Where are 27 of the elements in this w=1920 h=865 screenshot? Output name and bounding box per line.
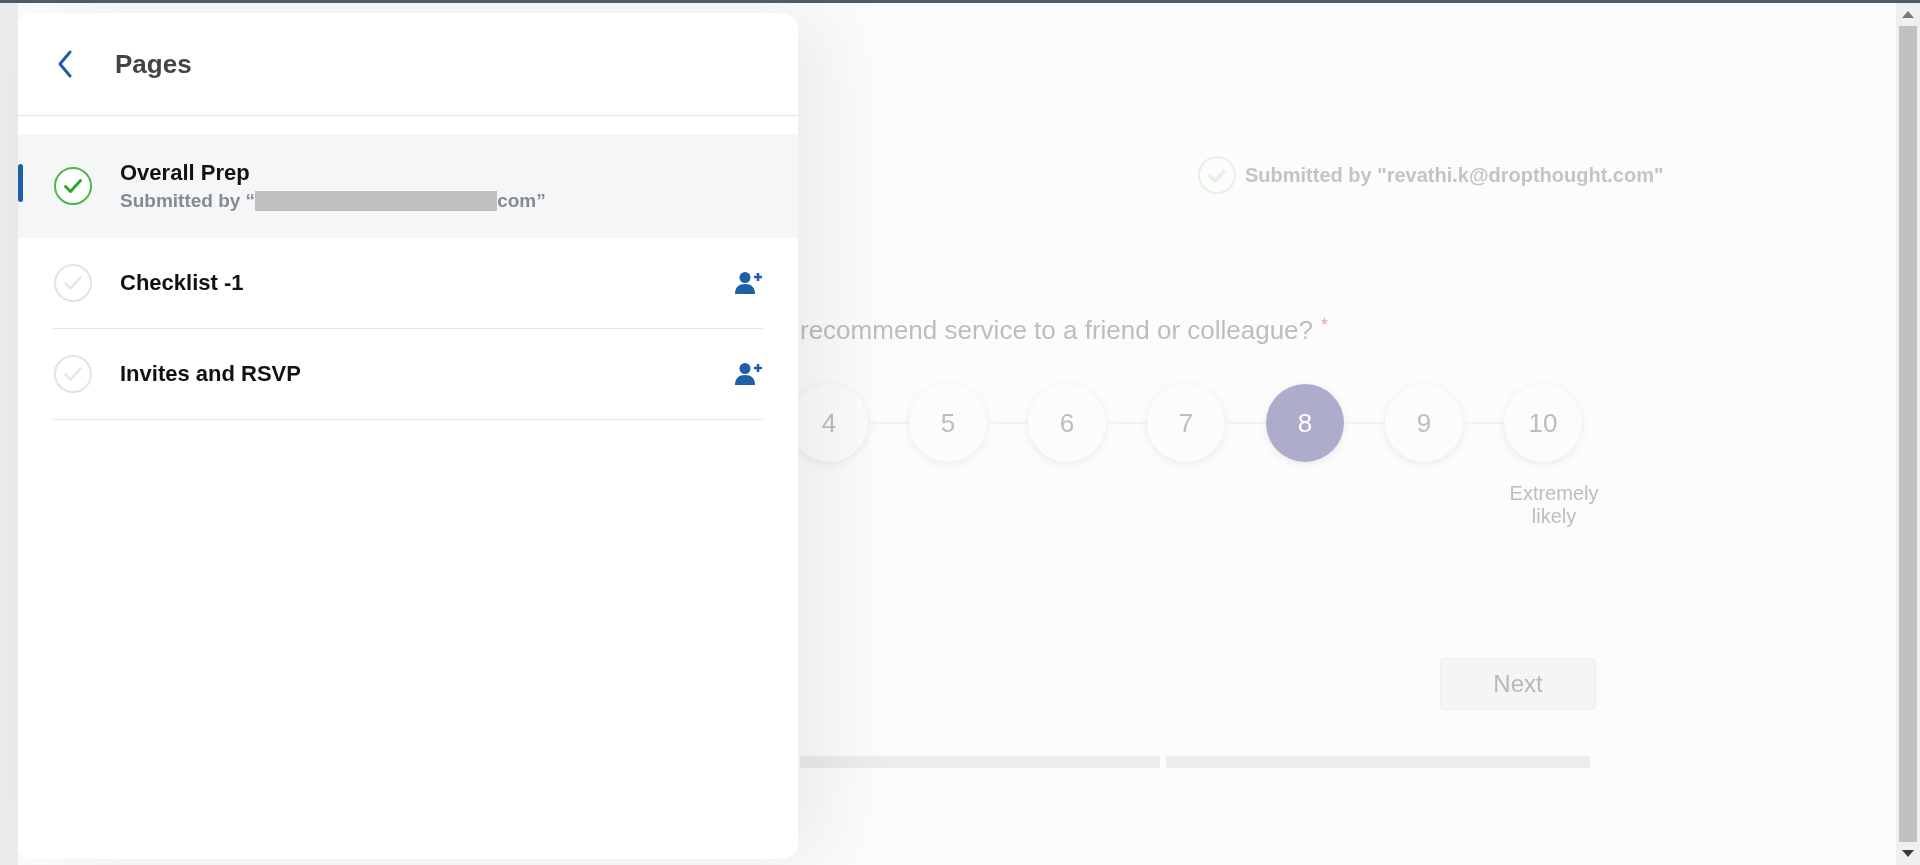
scale-option[interactable]: 9 xyxy=(1385,384,1463,462)
required-mark: * xyxy=(1321,315,1329,336)
scale-option[interactable]: 5 xyxy=(909,384,987,462)
page-title: Overall Prep xyxy=(120,160,251,186)
back-icon[interactable] xyxy=(57,50,73,78)
email-domain-text: com” xyxy=(497,190,546,212)
panel-title: Pages xyxy=(115,48,192,80)
scale-option[interactable]: 6 xyxy=(1028,384,1106,462)
page-item[interactable]: Overall Prep Submitted by “ com” xyxy=(18,134,798,238)
add-user-icon[interactable] xyxy=(735,362,763,386)
question-text: recommend service to a friend or colleague? xyxy=(800,315,1314,346)
scale-option[interactable]: 7 xyxy=(1147,384,1225,462)
page-item[interactable]: Checklist -1 xyxy=(18,238,798,329)
check-circle-icon xyxy=(1197,155,1237,195)
submitted-by-text: Submitted by “ xyxy=(120,190,256,212)
scroll-down-icon[interactable] xyxy=(1902,850,1914,857)
page-title: Checklist -1 xyxy=(120,270,245,296)
submitted-by-text: Submitted by "revathi.k@dropthought.com" xyxy=(1245,163,1664,187)
add-user-icon[interactable] xyxy=(735,271,763,295)
page-title: Invites and RSVP xyxy=(120,361,302,387)
scrollbar[interactable] xyxy=(1896,3,1920,865)
scale-option[interactable]: 10 xyxy=(1504,384,1582,462)
scrollbar-thumb[interactable] xyxy=(1899,26,1917,842)
scale-option[interactable]: 8 xyxy=(1266,384,1344,462)
next-button[interactable]: Next xyxy=(1440,658,1596,710)
scale-end-label: Extremely likely xyxy=(1508,482,1600,528)
scroll-up-icon[interactable] xyxy=(1902,11,1914,18)
